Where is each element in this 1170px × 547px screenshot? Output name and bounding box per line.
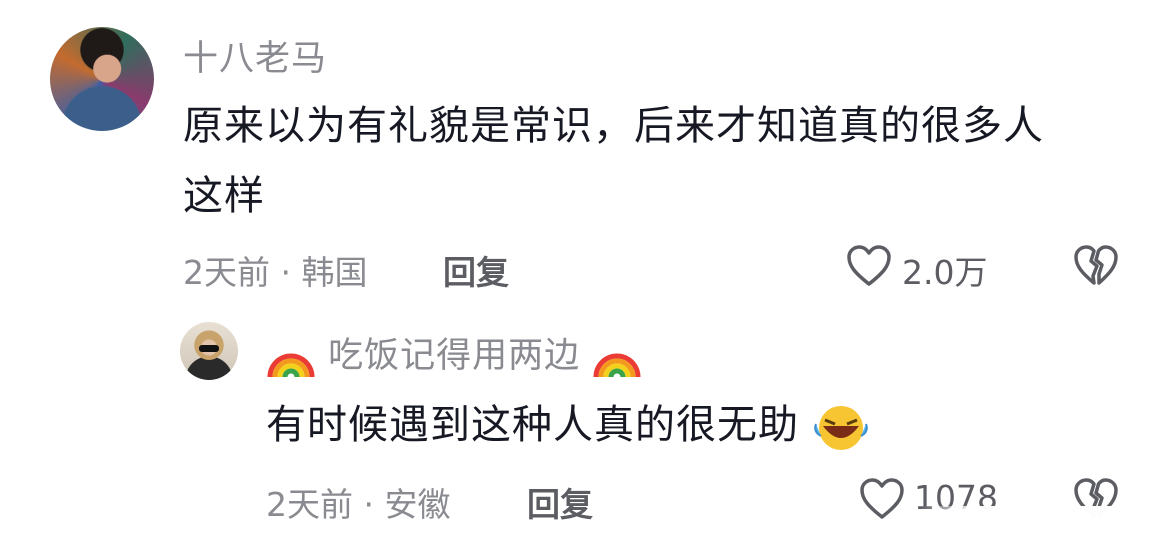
comment-meta: 2天前 · 韩国 bbox=[183, 246, 368, 294]
rainbow-emoji-left bbox=[267, 353, 315, 378]
comment-location: 韩国 bbox=[301, 253, 368, 292]
replier-username: 吃饭记得用两边 bbox=[328, 336, 581, 376]
like-button[interactable] bbox=[845, 243, 893, 287]
reply-time: 2天前 bbox=[266, 485, 353, 524]
heart-outline-icon bbox=[860, 478, 904, 519]
reply-location: 安徽 bbox=[384, 485, 451, 524]
meta-separator: · bbox=[280, 253, 292, 292]
reply-text: 有时候遇到这种人真的很无助 bbox=[266, 402, 799, 448]
reply-like-button[interactable] bbox=[858, 476, 906, 520]
reply-button[interactable]: 回复 bbox=[443, 246, 509, 294]
reply-meta: 2天前 · 安徽 bbox=[266, 478, 451, 526]
laughing-crying-emoji bbox=[813, 406, 868, 450]
comment-text: 原来以为有礼貌是常识，后来才知道真的很多人 这样 bbox=[183, 91, 1143, 231]
dislike-button[interactable] bbox=[1072, 243, 1120, 287]
watermark-overlay bbox=[920, 506, 1170, 547]
comment-text-line-2: 这样 bbox=[183, 173, 265, 219]
rainbow-emoji-right bbox=[593, 353, 641, 378]
broken-heart-outline-icon bbox=[1074, 245, 1118, 285]
comment-text-line-1: 原来以为有礼貌是常识，后来才知道真的很多人 bbox=[183, 103, 1044, 149]
comment-time: 2天前 bbox=[183, 253, 270, 292]
avatar-sunglasses bbox=[199, 345, 219, 352]
commenter-avatar[interactable] bbox=[50, 27, 154, 131]
like-count: 2.0万 bbox=[902, 253, 988, 292]
heart-outline-icon bbox=[847, 245, 891, 286]
replier-username-row[interactable]: 吃饭记得用两边 bbox=[266, 327, 642, 379]
commenter-username[interactable]: 十八老马 bbox=[183, 30, 327, 81]
meta-separator: · bbox=[363, 485, 375, 524]
reply-text-row: 有时候遇到这种人真的很无助 bbox=[266, 390, 869, 460]
replier-avatar[interactable] bbox=[180, 322, 238, 380]
reply-reply-button[interactable]: 回复 bbox=[527, 478, 593, 526]
